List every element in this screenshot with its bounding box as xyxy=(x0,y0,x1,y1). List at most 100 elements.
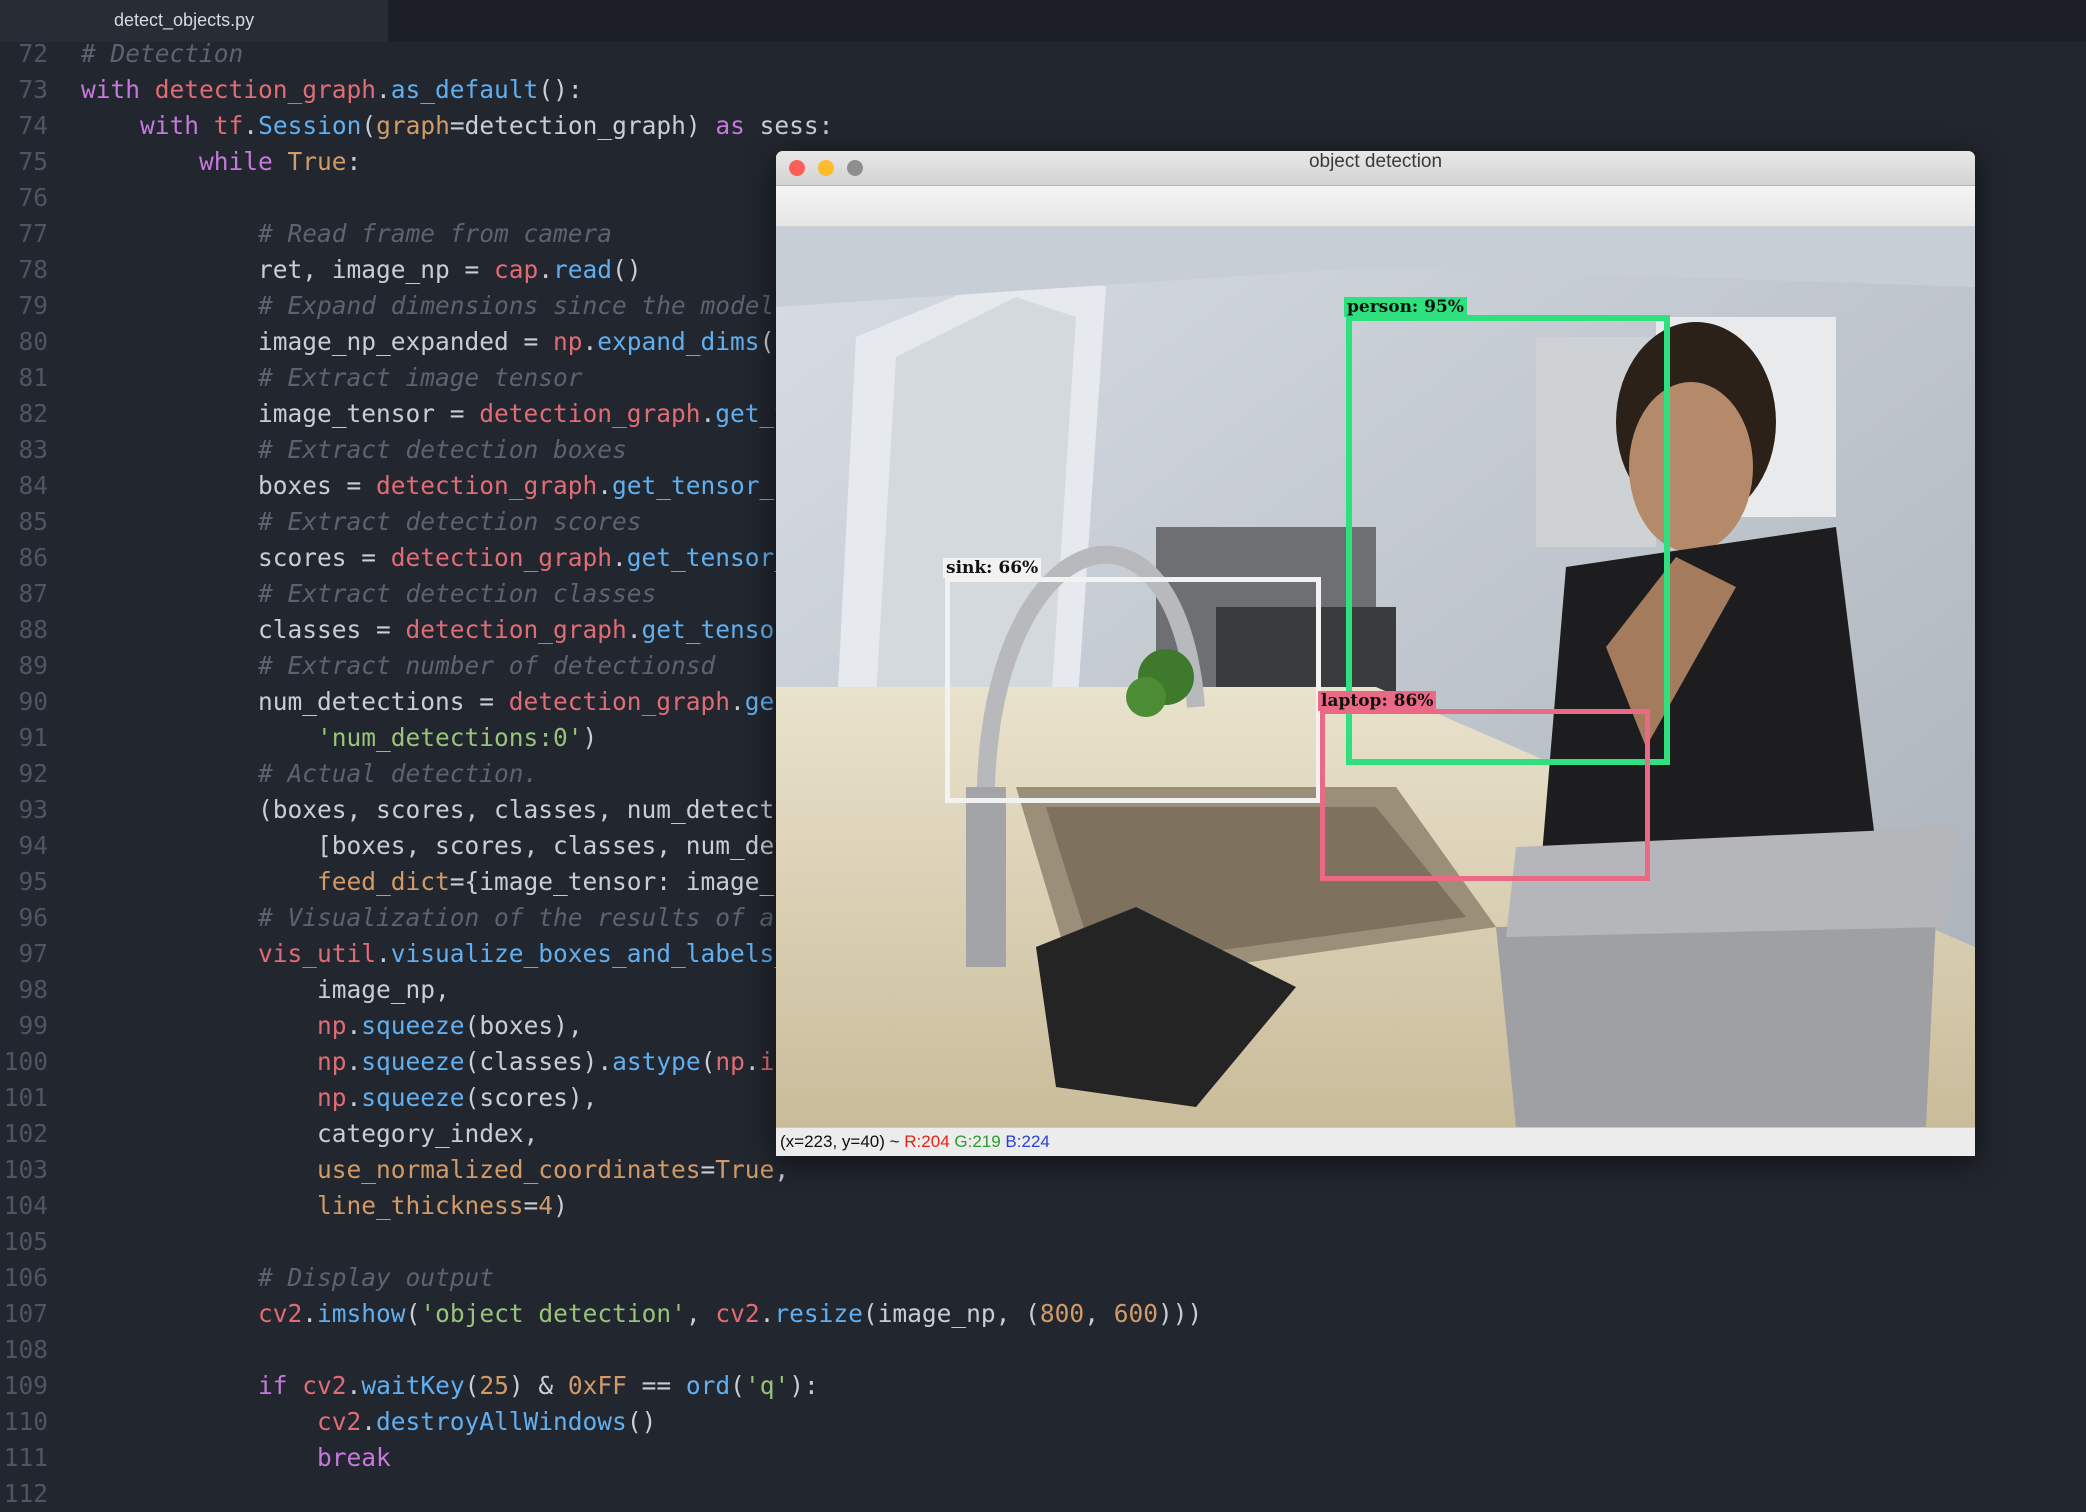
line-number: 77 xyxy=(18,219,48,248)
code-token: # Expand dimensions since the model xyxy=(258,291,775,320)
laptop-detection-box xyxy=(1320,709,1650,881)
line-number: 109 xyxy=(3,1371,48,1400)
code-text: # Read frame from camera xyxy=(81,216,612,252)
code-text: # Extract detection classes xyxy=(81,576,656,612)
code-token: . xyxy=(376,939,391,968)
code-token: ret, image_np = xyxy=(81,255,495,284)
code-text: if cv2.waitKey(25) & 0xFF == ord('q'): xyxy=(81,1368,819,1404)
code-text: image_tensor = detection_graph.get_t xyxy=(81,396,789,432)
code-token: # Actual detection. xyxy=(258,759,539,788)
code-token: # Read frame from camera xyxy=(258,219,613,248)
line-number: 95 xyxy=(18,867,48,896)
code-text: category_index, xyxy=(81,1116,538,1152)
line-number: 99 xyxy=(18,1011,48,1040)
green-value: G:219 xyxy=(949,1132,1001,1151)
code-token: as_default xyxy=(390,75,539,104)
code-text: # Extract image tensor xyxy=(81,360,583,396)
line-number: 87 xyxy=(18,579,48,608)
code-text: np.squeeze(scores), xyxy=(81,1080,597,1116)
code-token: (scores), xyxy=(464,1083,598,1112)
code-token: # Display output xyxy=(258,1263,495,1292)
code-token: ( xyxy=(700,1047,716,1076)
code-token: (): xyxy=(538,75,583,104)
sink-detection-box xyxy=(945,577,1321,803)
line-number: 110 xyxy=(3,1407,48,1436)
code-token: (boxes, scores, classes, num_detecti xyxy=(81,795,790,824)
code-token: detection_graph xyxy=(390,543,613,572)
line-number: 72 xyxy=(18,39,48,68)
code-token: sess: xyxy=(744,111,834,140)
line-number: 104 xyxy=(3,1191,48,1220)
code-token: 4 xyxy=(538,1191,554,1220)
line-number: 80 xyxy=(18,327,48,356)
code-token: . xyxy=(582,327,598,356)
code-token: True xyxy=(715,1155,775,1184)
line-number: 78 xyxy=(18,255,48,284)
code-token: squeeze xyxy=(361,1011,465,1040)
code-text: with tf.Session(graph=detection_graph) a… xyxy=(81,108,833,144)
code-text: boxes = detection_graph.get_tensor_b xyxy=(81,468,789,504)
code-token: 'object detection' xyxy=(420,1299,686,1328)
code-token: (image_np, ( xyxy=(862,1299,1040,1328)
code-text: image_np_expanded = np.expand_dims(i xyxy=(81,324,789,360)
code-token: detection_graph xyxy=(154,75,377,104)
line-number: 93 xyxy=(18,795,48,824)
code-token: . xyxy=(361,1407,377,1436)
line-number: 89 xyxy=(18,651,48,680)
code-token: ) & xyxy=(508,1371,568,1400)
code-token: . xyxy=(612,543,627,572)
code-token: detection_graph xyxy=(508,687,731,716)
line-number: 94 xyxy=(18,831,48,860)
code-token: image_tensor = xyxy=(81,399,480,428)
code-text: line_thickness=4) xyxy=(81,1188,568,1224)
code-token: tf xyxy=(213,111,244,140)
line-number: 81 xyxy=(18,363,48,392)
code-token: astype xyxy=(612,1047,701,1076)
code-token: ( xyxy=(361,111,377,140)
code-token: detection_graph xyxy=(479,399,701,428)
window-titlebar[interactable]: object detection xyxy=(776,151,1975,186)
code-token: classes = xyxy=(81,615,406,644)
code-token: [boxes, scores, classes, num_det xyxy=(81,831,790,860)
code-text: feed_dict={image_tensor: image_n xyxy=(81,864,789,900)
sink-detection-label: sink: 66% xyxy=(943,558,1042,578)
line-number: 98 xyxy=(18,975,48,1004)
line-number: 111 xyxy=(3,1443,48,1472)
camera-frame[interactable]: person: 95% sink: 66% laptop: 86% xyxy=(776,227,1975,1127)
code-token: . xyxy=(538,255,554,284)
code-token: # Extract image tensor xyxy=(258,363,583,392)
code-text: 'num_detections:0') xyxy=(81,720,597,756)
code-token: waitKey xyxy=(361,1371,465,1400)
code-token: # Extract detection scores xyxy=(258,507,642,536)
code-token: cv2 xyxy=(258,1299,303,1328)
code-token: . xyxy=(744,1047,760,1076)
line-number: 85 xyxy=(18,507,48,536)
code-token: boxes = xyxy=(81,471,377,500)
code-token: break xyxy=(317,1443,391,1472)
object-detection-window[interactable]: object detection person: 95% sink: 66% l… xyxy=(776,151,1975,1156)
code-token: get_tensor_ xyxy=(626,543,790,572)
code-text: break xyxy=(81,1440,391,1476)
line-number: 108 xyxy=(3,1335,48,1364)
line-number: 82 xyxy=(18,399,48,428)
code-token: detection_graph xyxy=(376,471,598,500)
code-token: np xyxy=(317,1047,347,1076)
code-text: # Actual detection. xyxy=(81,756,538,792)
code-text: classes = detection_graph.get_tensor xyxy=(81,612,789,648)
code-text: np.squeeze(boxes), xyxy=(81,1008,583,1044)
line-number: 86 xyxy=(18,543,48,572)
code-token: cv2 xyxy=(302,1371,347,1400)
code-text: # Display output xyxy=(81,1260,494,1296)
code-token: ( xyxy=(405,1299,421,1328)
